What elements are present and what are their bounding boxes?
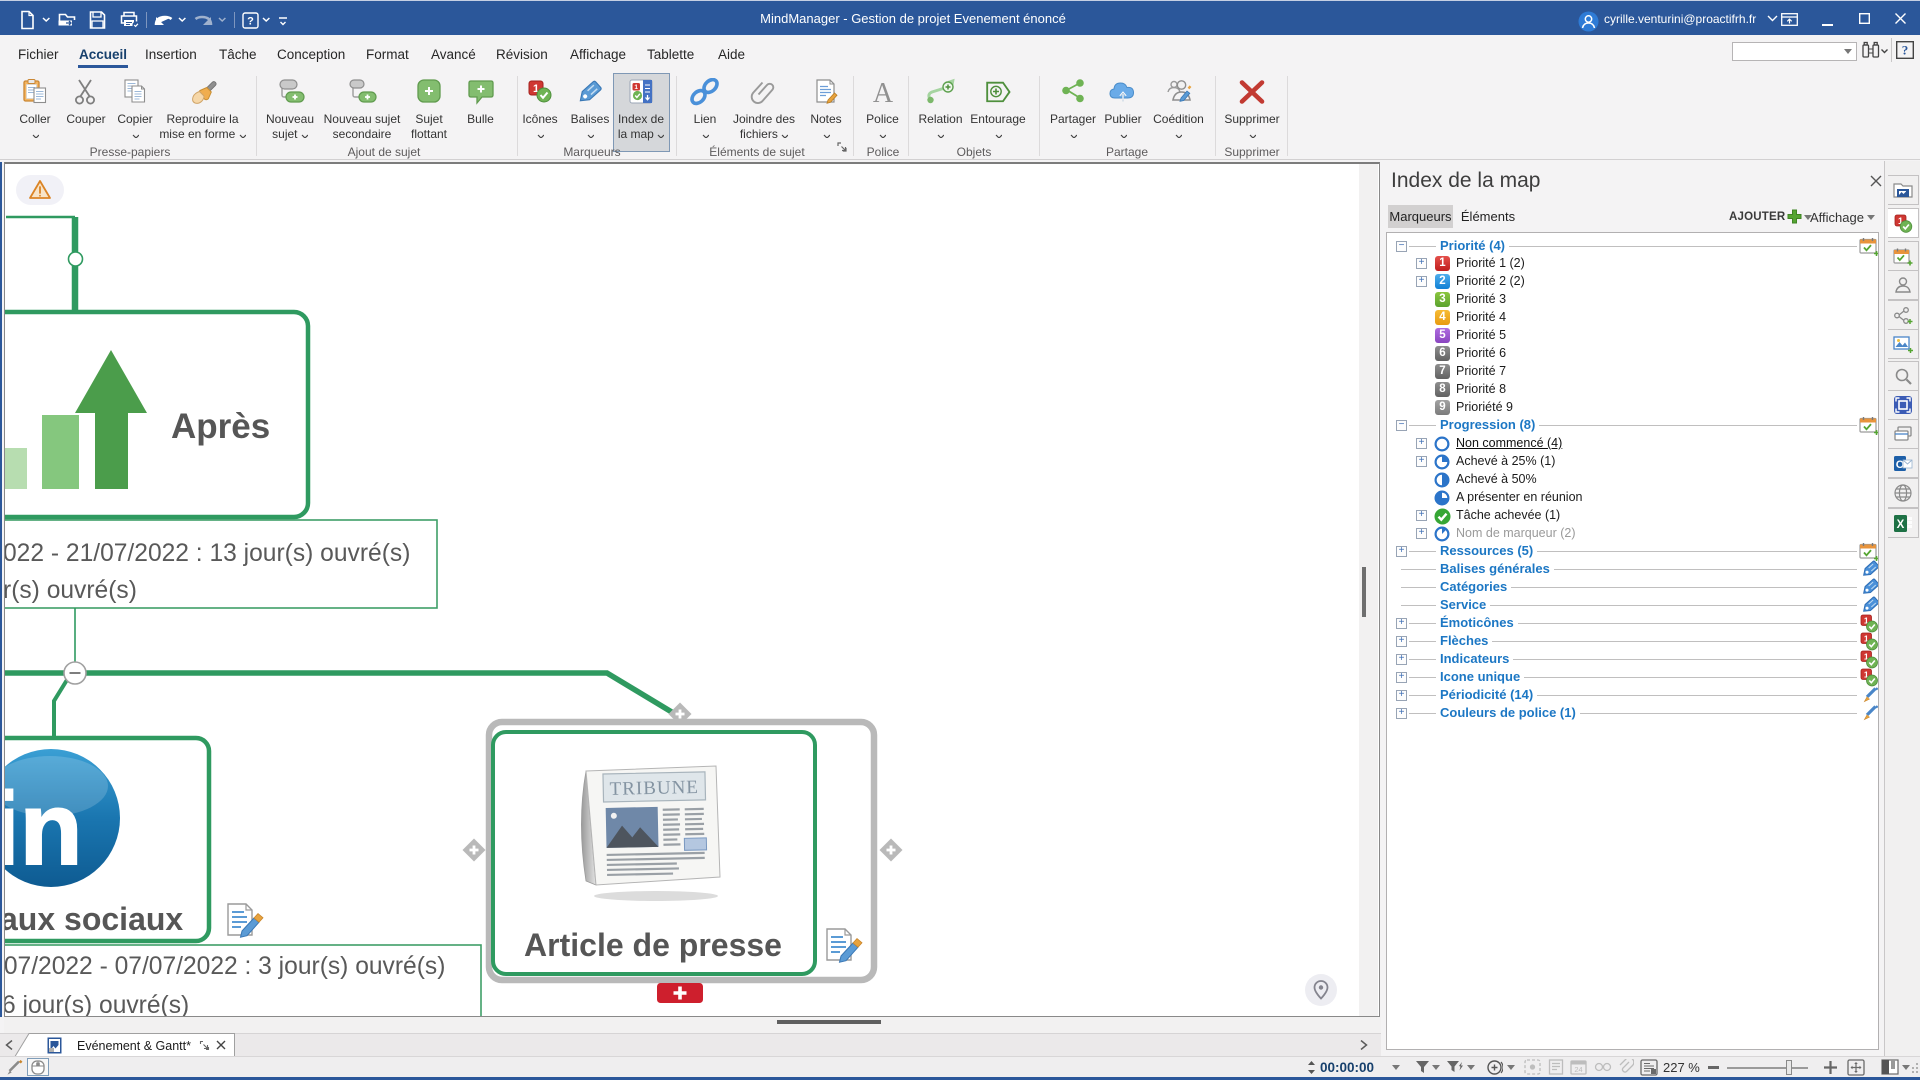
svg-text:TRIBUNE: TRIBUNE [609,777,699,800]
svg-text:X: X [1897,519,1905,531]
svg-text:?: ? [247,16,254,28]
svg-text:24: 24 [1574,1065,1582,1074]
svg-text:in: in [5,771,83,886]
svg-text:aux sociaux: aux sociaux [5,901,183,937]
svg-text:6 jour(s) ouvré(s): 6 jour(s) ouvré(s) [5,992,189,1017]
svg-text:A: A [872,78,893,106]
svg-text:Article de presse: Article de presse [524,927,782,963]
svg-text:Après: Après [171,407,270,446]
svg-text:r(s) ouvré(s): r(s) ouvré(s) [5,577,137,604]
svg-text:1: 1 [634,84,638,91]
svg-text:/07/2022 - 07/07/2022 : 3 jour: /07/2022 - 07/07/2022 : 3 jour(s) ouvré(… [5,953,445,980]
svg-text:022 - 21/07/2022 : 13 jour(s): 022 - 21/07/2022 : 13 jour(s) ouvré(s) [5,540,410,567]
svg-text:?: ? [1902,43,1909,58]
